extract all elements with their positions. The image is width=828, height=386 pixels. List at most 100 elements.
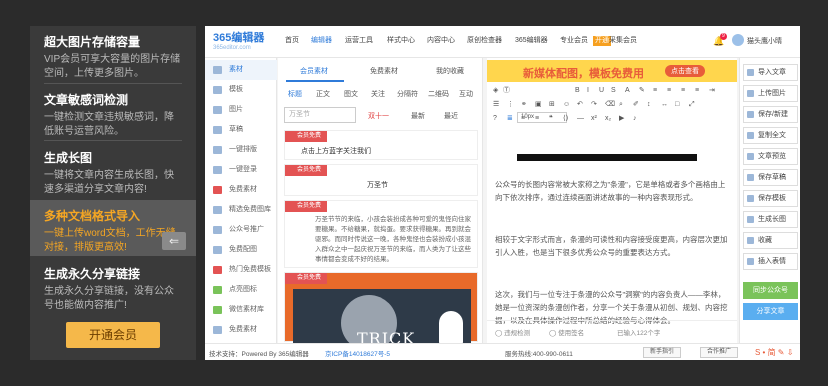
- category-body[interactable]: 正文: [316, 89, 330, 99]
- filter-recent[interactable]: 最近: [444, 111, 458, 121]
- emoji-icon[interactable]: ☺: [563, 100, 570, 110]
- music-icon[interactable]: ♪: [633, 114, 637, 124]
- lnav-item[interactable]: 免费配图: [205, 240, 277, 260]
- upload-image-button[interactable]: 上传图片: [743, 85, 798, 102]
- filter-latest[interactable]: 最新: [411, 111, 425, 121]
- align-left-icon[interactable]: ≡: [653, 86, 657, 96]
- username[interactable]: 猫头鹰小晴: [747, 36, 782, 46]
- sync-wechat-button[interactable]: 同步公众号: [743, 282, 798, 299]
- nav-collect-member[interactable]: 采集会员: [609, 36, 637, 46]
- material-card[interactable]: 会员免费 点击上方蓝字关注我们: [284, 130, 478, 160]
- tab-member-material[interactable]: 会员素材: [300, 66, 328, 76]
- ime-toolbar-icons[interactable]: S • 简 ✎ ⇩: [755, 347, 793, 358]
- source-icon[interactable]: ◈: [493, 86, 498, 96]
- category-interact[interactable]: 互动: [459, 89, 473, 99]
- lnav-item[interactable]: 免费素材: [205, 320, 277, 340]
- lnav-item[interactable]: 免费素材: [205, 180, 277, 200]
- nav-style-center[interactable]: 样式中心: [387, 36, 415, 46]
- lnav-item[interactable]: 草稿: [205, 120, 277, 140]
- editor-paragraph[interactable]: 相较于文字形式而言，条漫的可读性和内容接受度更高，内容层次更加引人入胜，也是当下…: [495, 233, 729, 259]
- align-right-icon[interactable]: ≡: [535, 114, 539, 124]
- copy-all-button[interactable]: 复制全文: [743, 127, 798, 144]
- color-icon[interactable]: A: [625, 86, 630, 96]
- nav-ops-tools[interactable]: 运营工具: [345, 36, 373, 46]
- nav-editor[interactable]: 编辑器: [311, 36, 332, 46]
- border-icon[interactable]: □: [675, 100, 679, 110]
- insert-emoji-button[interactable]: 插入表情: [743, 253, 798, 270]
- material-card[interactable]: 会员免费 万圣节: [284, 164, 478, 196]
- line-height-icon[interactable]: ↕: [647, 100, 651, 110]
- highlight-icon[interactable]: ✎: [639, 86, 645, 96]
- underline-icon[interactable]: U: [599, 86, 604, 96]
- material-card[interactable]: 会员免费 万圣节节的来临，小孩会装扮成各种可爱的鬼怪向住家要糖果。不给糖果，就捣…: [284, 200, 478, 268]
- clear-format-icon[interactable]: ⌫: [605, 100, 615, 110]
- image-icon[interactable]: ▣: [535, 100, 542, 110]
- link-icon[interactable]: ⚭: [521, 100, 527, 110]
- nav-home[interactable]: 首页: [285, 36, 299, 46]
- cooperation-button[interactable]: 合作推广: [700, 347, 739, 358]
- list-icon[interactable]: ☰: [493, 100, 499, 110]
- lnav-item[interactable]: 微信素材库: [205, 300, 277, 320]
- tab-favorites[interactable]: 我的收藏: [436, 66, 464, 76]
- italic-icon[interactable]: I: [587, 86, 589, 96]
- promo-banner[interactable]: 新媒体配图，模板免费用 点击查看: [487, 60, 737, 82]
- icp-link[interactable]: 京ICP备14018627号-5: [325, 348, 390, 358]
- save-template-button[interactable]: 保存模板: [743, 190, 798, 207]
- help-icon[interactable]: ?: [493, 114, 497, 124]
- align-right-icon[interactable]: ≡: [681, 86, 685, 96]
- lnav-item[interactable]: 精选免费图库: [205, 200, 277, 220]
- superscript-icon[interactable]: x²: [591, 114, 597, 124]
- spacing-icon[interactable]: ↔: [661, 100, 668, 110]
- category-title[interactable]: 标题: [288, 89, 302, 99]
- video-icon[interactable]: ▶: [619, 114, 624, 124]
- redo-icon[interactable]: ↷: [591, 100, 597, 110]
- import-article-button[interactable]: 导入文章: [743, 64, 798, 81]
- category-follow[interactable]: 关注: [371, 89, 385, 99]
- preview-button[interactable]: 文章预览: [743, 148, 798, 165]
- tab-free-material[interactable]: 免费素材: [370, 66, 398, 76]
- subscript-icon[interactable]: x₂: [605, 114, 611, 124]
- long-image-button[interactable]: 生成长图: [743, 211, 798, 228]
- lnav-item[interactable]: 模板: [205, 80, 277, 100]
- align-justify-icon[interactable]: ≣: [507, 114, 513, 124]
- code-icon[interactable]: ⟨⟩: [563, 114, 568, 124]
- fullscreen-icon[interactable]: ⤢: [689, 100, 695, 110]
- material-card[interactable]: 会员免费 TRICK: [284, 272, 478, 351]
- nav-content-center[interactable]: 内容中心: [427, 36, 455, 46]
- save-draft-button[interactable]: 保存草稿: [743, 169, 798, 186]
- save-new-button[interactable]: 保存/新建: [743, 106, 798, 123]
- lnav-item[interactable]: 公众号推广: [205, 220, 277, 240]
- logo[interactable]: 365编辑器 365editor.com: [213, 32, 283, 54]
- nav-365[interactable]: 365编辑器: [515, 36, 548, 46]
- open-vip-button[interactable]: 开通会员: [66, 322, 160, 348]
- paint-icon[interactable]: ✐: [633, 100, 639, 110]
- align-center-icon[interactable]: ≡: [521, 114, 525, 124]
- nav-original-check[interactable]: 原创检查器: [467, 36, 502, 46]
- banner-button[interactable]: 点击查看: [665, 65, 705, 77]
- arrow-left-icon[interactable]: ⇐: [162, 232, 186, 250]
- quote-icon[interactable]: ❝: [549, 114, 553, 124]
- search-icon[interactable]: ⌕: [619, 100, 623, 110]
- ordered-list-icon[interactable]: ⋮: [507, 100, 514, 110]
- avatar[interactable]: [732, 34, 744, 46]
- strike-icon[interactable]: S: [611, 86, 616, 96]
- font-icon[interactable]: Ⓣ: [503, 86, 510, 96]
- share-article-button[interactable]: 分享文章: [743, 303, 798, 320]
- category-qrcode[interactable]: 二维码: [428, 89, 449, 99]
- align-center-icon[interactable]: ≡: [667, 86, 671, 96]
- justify-icon[interactable]: ≡: [695, 86, 699, 96]
- lnav-item[interactable]: 热门免费模板: [205, 260, 277, 280]
- lnav-item[interactable]: 点亮图标: [205, 280, 277, 300]
- nav-pro-member[interactable]: 专业会员: [560, 36, 588, 46]
- undo-icon[interactable]: ↶: [577, 100, 583, 110]
- table-icon[interactable]: ⊞: [549, 100, 555, 110]
- bold-icon[interactable]: B: [575, 86, 580, 96]
- indent-icon[interactable]: ⇥: [709, 86, 715, 96]
- guide-button[interactable]: 新手指引: [643, 347, 682, 358]
- lnav-item[interactable]: 一键登录: [205, 160, 277, 180]
- lnav-item[interactable]: 一键排版: [205, 140, 277, 160]
- category-imagetext[interactable]: 图文: [344, 89, 358, 99]
- hr-icon[interactable]: —: [577, 114, 584, 124]
- filter-double11[interactable]: 双十一: [368, 111, 389, 121]
- violation-check-checkbox[interactable]: ◯ 违规检测: [495, 327, 530, 337]
